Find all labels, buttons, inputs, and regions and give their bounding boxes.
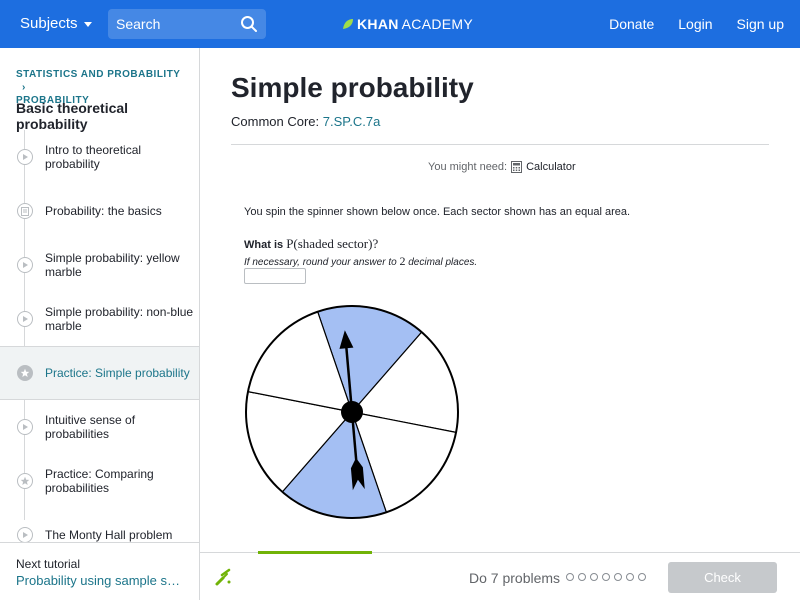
top-nav: Subjects KHANACADEMY Donate Login Sign u… [0, 0, 800, 48]
might-need-label: You might need: [428, 161, 508, 173]
sidebar-item[interactable]: Simple probability: non-blue marble [0, 292, 199, 346]
search-box [108, 9, 266, 39]
logo-text-bold: KHAN [357, 16, 399, 32]
sidebar-item-label: Practice: Comparing probabilities [45, 467, 154, 495]
play-icon [17, 527, 33, 543]
next-tutorial-link[interactable]: Probability using sample spaces [16, 573, 186, 588]
problem-dot [614, 573, 622, 581]
page-title: Simple probability [231, 72, 474, 103]
article-icon [17, 203, 33, 219]
next-tutorial: Next tutorial Probability using sample s… [0, 542, 199, 600]
common-core-label: Common Core: [231, 114, 320, 129]
rounding-note-number: 2 [399, 254, 406, 268]
subjects-label: Subjects [20, 15, 78, 32]
problem-progress-dots [566, 573, 646, 581]
search-icon[interactable] [240, 15, 258, 33]
tutorial-title: Basic theoretical probability [16, 100, 129, 132]
common-core: Common Core: 7.SP.C.7a [231, 114, 380, 129]
sidebar-item-label: Simple probability: yellow marble [45, 251, 180, 279]
sidebar-item-label: Intuitive sense of probabilities [45, 413, 136, 441]
star-icon [17, 473, 33, 489]
scratchpad-icon[interactable] [214, 567, 234, 587]
khan-academy-logo[interactable]: KHAN ACADEMY [342, 16, 473, 32]
breadcrumb-subject[interactable]: STATISTICS AND PROBABILITY [16, 69, 180, 80]
rounding-note-prefix: If necessary, round your answer to [244, 257, 397, 268]
spinner-figure [245, 305, 459, 519]
sidebar-item-label: Intro to theoretical probability [45, 143, 142, 171]
chevron-right-icon: › [22, 82, 26, 93]
question-text: You spin the spinner shown below once. E… [244, 206, 631, 218]
tutorial-item-list: Intro to theoretical probability Probabil… [0, 130, 199, 562]
sidebar-item[interactable]: Simple probability: yellow marble [0, 238, 199, 292]
question-prompt: What is P(shaded sector)? [244, 236, 378, 252]
subjects-menu[interactable]: Subjects [20, 15, 92, 32]
play-icon [17, 419, 33, 435]
answer-input[interactable] [244, 268, 306, 284]
problem-count-label: Do 7 problems [469, 570, 561, 586]
star-icon [17, 365, 33, 381]
bottom-bar: Do 7 problems Check [200, 551, 800, 600]
tools-needed: You might need: Calculator [428, 161, 576, 173]
calculator-icon [511, 161, 523, 173]
play-icon [17, 311, 33, 327]
login-link[interactable]: Login [678, 16, 712, 32]
logo-text-light: ACADEMY [401, 16, 473, 32]
sidebar-item-label: Simple probability: non-blue marble [45, 305, 194, 333]
problem-dot [590, 573, 598, 581]
sidebar-item[interactable]: Intuitive sense of probabilities [0, 400, 199, 454]
rounding-note-suffix: decimal places. [408, 257, 478, 268]
sidebar-item[interactable]: Practice: Comparing probabilities [0, 454, 199, 508]
problem-dot [626, 573, 634, 581]
exercise-area: Simple probability Common Core: 7.SP.C.7… [200, 48, 800, 552]
calculator-label[interactable]: Calculator [526, 161, 576, 173]
sidebar-item[interactable]: Intro to theoretical probability [0, 130, 199, 184]
signup-link[interactable]: Sign up [737, 16, 784, 32]
play-icon [17, 149, 33, 165]
divider [231, 144, 769, 145]
leaf-icon [343, 19, 353, 29]
problem-dot [566, 573, 574, 581]
search-input[interactable] [116, 16, 236, 32]
sidebar: STATISTICS AND PROBABILITY› PROBABILITY … [0, 48, 200, 600]
what-is-label: What is [244, 239, 284, 251]
problem-dot [638, 573, 646, 581]
sidebar-item-label: The Monty Hall problem [45, 528, 173, 542]
sidebar-item-label: Practice: Simple probability [45, 366, 190, 380]
donate-link[interactable]: Donate [609, 16, 654, 32]
sidebar-item[interactable]: Practice: Simple probability [0, 346, 199, 400]
common-core-link[interactable]: 7.SP.C.7a [323, 114, 381, 129]
sidebar-item-label: Probability: the basics [45, 204, 162, 218]
account-nav: Donate Login Sign up [609, 16, 784, 32]
progress-bar [258, 551, 372, 554]
next-tutorial-label: Next tutorial [16, 557, 81, 571]
problem-dot [578, 573, 586, 581]
rounding-note: If necessary, round your answer to 2 dec… [244, 254, 477, 269]
check-button[interactable]: Check [668, 562, 777, 593]
problem-dot [602, 573, 610, 581]
chevron-down-icon [83, 22, 92, 27]
probability-expression: P(shaded sector)? [286, 236, 379, 251]
sidebar-item[interactable]: Probability: the basics [0, 184, 199, 238]
play-icon [17, 257, 33, 273]
